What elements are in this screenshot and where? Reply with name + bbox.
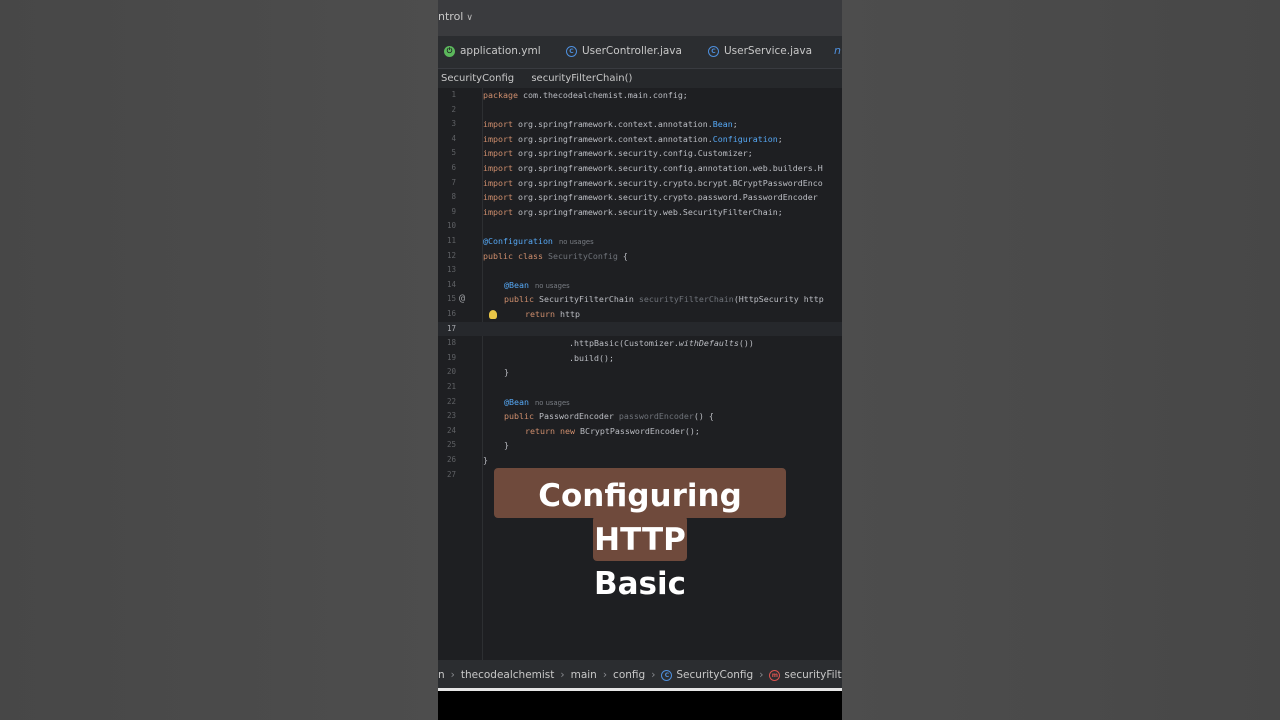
line-number: 10 bbox=[446, 221, 456, 231]
lightbulb-icon[interactable] bbox=[489, 310, 497, 319]
video-caption: Configuring HTTP Basic bbox=[494, 474, 786, 606]
blurred-left-margin bbox=[0, 0, 438, 720]
line-number: 21 bbox=[446, 382, 456, 391]
line-number: 19 bbox=[446, 352, 456, 362]
nav-item[interactable]: n bbox=[438, 669, 445, 681]
ide-window: ntrol ∨ ⏻ application.yml C UserControlle… bbox=[438, 0, 842, 720]
usage-hint: no usages bbox=[534, 398, 570, 407]
bean-gutter-icon[interactable]: @ bbox=[459, 292, 465, 307]
line-number: 5 bbox=[451, 148, 456, 158]
code-line-12: 12 public class SecurityConfig { bbox=[438, 249, 842, 264]
code-line-18: 18 .httpBasic(Customizer.withDefaults()) bbox=[438, 336, 842, 351]
line-number: 1 bbox=[451, 90, 456, 99]
caption-line-2: Basic bbox=[593, 566, 686, 602]
code-line-1: 1 package com.thecodealchemist.main.confi… bbox=[438, 88, 842, 103]
class-icon: C bbox=[661, 669, 673, 681]
project-label: ntrol bbox=[438, 10, 464, 23]
line-number: 3 bbox=[451, 119, 456, 129]
line-number: 17 bbox=[446, 323, 456, 333]
code-line-22: 22 @Bean no usages bbox=[438, 395, 842, 410]
code-line-20: 20} bbox=[438, 365, 842, 380]
code-line-16: 16 return http bbox=[438, 307, 842, 322]
editor-tabs: ⏻ application.yml C UserController.java … bbox=[438, 36, 842, 69]
tab-user-controller[interactable]: C UserController.java bbox=[566, 45, 682, 57]
code-line-6: 6 import org.springframework.security.con… bbox=[438, 161, 842, 176]
caption-line-1: Configuring HTTP bbox=[538, 478, 742, 558]
tab-label: application.yml bbox=[460, 45, 541, 57]
line-number: 27 bbox=[446, 469, 456, 479]
nav-item[interactable]: main bbox=[571, 669, 597, 681]
line-number: 13 bbox=[446, 265, 456, 275]
code-line-3: 3 import org.springframework.context.anno… bbox=[438, 117, 842, 132]
nav-item[interactable]: config bbox=[613, 669, 645, 681]
code-line-4: 4 import org.springframework.context.anno… bbox=[438, 132, 842, 147]
code-line-15: 15 @ public SecurityFilterChain securityFi… bbox=[438, 292, 842, 307]
nav-item[interactable]: thecodealchemist bbox=[461, 669, 555, 681]
code-line-13: 13 bbox=[438, 263, 842, 278]
nav-item[interactable]: securityFilterCh bbox=[784, 669, 842, 681]
code-line-9: 9 import org.springframework.security.web… bbox=[438, 205, 842, 220]
spring-boot-icon: ⏻ bbox=[444, 45, 455, 57]
code-line-10: 10 bbox=[438, 219, 842, 234]
line-number: 23 bbox=[446, 411, 456, 421]
code-line-2: 2 bbox=[438, 103, 842, 118]
line-number: 2 bbox=[451, 104, 456, 114]
code-line-19: 19 .build(); bbox=[438, 351, 842, 366]
code-line-14: 14 @Bean no usages bbox=[438, 278, 842, 293]
line-number: 22 bbox=[446, 396, 456, 406]
line-number: 24 bbox=[446, 425, 456, 435]
line-number: 4 bbox=[451, 133, 456, 143]
line-number: 25 bbox=[446, 440, 456, 450]
line-number: 12 bbox=[446, 250, 456, 260]
usage-hint: no usages bbox=[534, 281, 570, 290]
usage-hint: no usages bbox=[558, 238, 594, 246]
line-number: 16 bbox=[446, 309, 456, 318]
line-number: 11 bbox=[446, 236, 456, 245]
code-line-23: 23 public PasswordEncoder passwordEncoder… bbox=[438, 409, 842, 424]
code-line-24: 24 return new BCryptPasswordEncoder(); bbox=[438, 424, 842, 439]
tab-overflow[interactable]: n bbox=[834, 44, 841, 57]
title-bar: ntrol ∨ bbox=[438, 0, 842, 36]
code-line-5: 5 import org.springframework.security.con… bbox=[438, 146, 842, 161]
tab-label: UserController.java bbox=[582, 45, 682, 57]
tab-user-service[interactable]: C UserService.java bbox=[708, 45, 812, 57]
tab-application-yml[interactable]: ⏻ application.yml bbox=[444, 45, 541, 57]
code-line-17: 17 bbox=[438, 321, 842, 337]
line-number: 26 bbox=[446, 455, 456, 464]
breadcrumb: SecurityConfig securityFilterChain() bbox=[438, 69, 842, 88]
code-line-11: 11 @Configuration no usages bbox=[438, 234, 842, 249]
navigation-bar: n › thecodealchemist › main › config › C Security… bbox=[438, 662, 842, 688]
code-line-8: 8 import org.springframework.security.cry… bbox=[438, 190, 842, 205]
class-icon: C bbox=[708, 45, 719, 57]
code-line-21: 21 bbox=[438, 380, 842, 395]
tab-label: UserService.java bbox=[724, 45, 813, 57]
line-number: 20 bbox=[446, 367, 456, 377]
code-line-25: 25} bbox=[438, 438, 842, 453]
project-selector[interactable]: ntrol ∨ bbox=[438, 10, 473, 23]
code-line-7: 7 import org.springframework.security.cry… bbox=[438, 176, 842, 191]
blurred-right-margin bbox=[842, 0, 1280, 720]
chevron-down-icon: ∨ bbox=[466, 13, 473, 23]
line-number: 14 bbox=[446, 279, 456, 289]
line-number: 8 bbox=[451, 192, 456, 202]
method-icon: m bbox=[769, 669, 781, 681]
line-number: 15 bbox=[446, 294, 456, 304]
line-number: 9 bbox=[451, 206, 456, 216]
class-icon: C bbox=[566, 45, 577, 57]
nav-item[interactable]: SecurityConfig bbox=[676, 669, 753, 681]
breadcrumb-method[interactable]: securityFilterChain() bbox=[531, 73, 632, 84]
line-number: 7 bbox=[451, 177, 456, 187]
line-number: 6 bbox=[451, 163, 456, 172]
bottom-bar bbox=[438, 691, 842, 720]
breadcrumb-class[interactable]: SecurityConfig bbox=[441, 73, 514, 84]
code-line-26: 26} bbox=[438, 453, 842, 468]
line-number: 18 bbox=[446, 338, 456, 348]
